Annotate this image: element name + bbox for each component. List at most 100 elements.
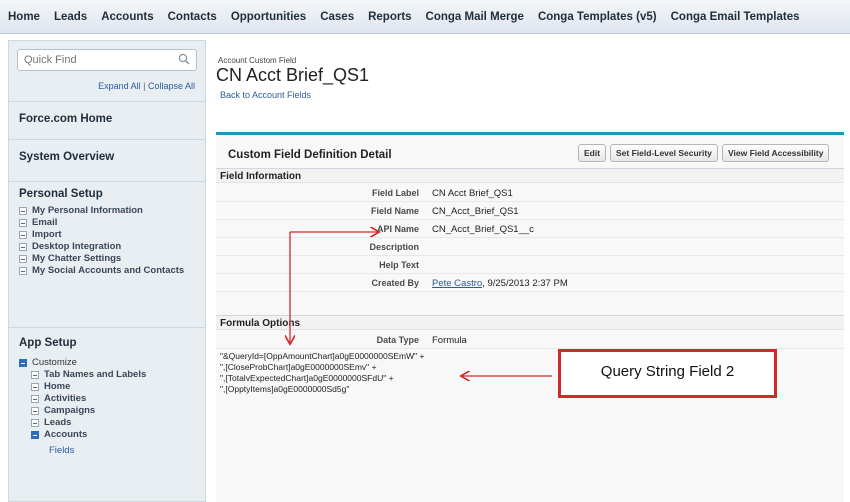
sidebar-item-leads[interactable]: Leads	[9, 417, 205, 429]
expand-icon[interactable]	[31, 395, 39, 403]
expand-icon[interactable]	[31, 407, 39, 415]
created-by-date: , 9/25/2013 2:37 PM	[482, 278, 568, 289]
main-content: Account Custom Field CN Acct Brief_QS1 B…	[212, 40, 850, 502]
row-field-name: Field Name CN_Acct_Brief_QS1	[216, 202, 844, 220]
tab-contacts[interactable]: Contacts	[168, 11, 217, 23]
expand-icon[interactable]	[19, 243, 27, 251]
edit-button[interactable]: Edit	[578, 144, 607, 162]
row-data-type: Data Type Formula	[216, 331, 844, 349]
force-home-link[interactable]: Force.com Home	[9, 101, 205, 137]
sidebar-item-activities[interactable]: Activities	[9, 393, 205, 405]
formula-line: ",[CloseProbChart]a0gE0000000SEmv" +	[220, 362, 377, 372]
formula-line: "&QueryId=[OppAmountChart]a0gE0000000SEm…	[220, 351, 425, 361]
sidebar-item-my-social-accounts[interactable]: My Social Accounts and Contacts	[9, 265, 205, 277]
query-string-callout: Query String Field 2	[558, 349, 777, 398]
sidebar-item-label: My Social Accounts and Contacts	[32, 265, 185, 276]
expand-icon[interactable]	[31, 419, 39, 427]
sidebar-item-tab-names[interactable]: Tab Names and Labels	[9, 369, 205, 381]
expand-icon[interactable]	[19, 267, 27, 275]
row-field-label: Field Label CN Acct Brief_QS1	[216, 184, 844, 202]
sidebar-item-my-personal-information[interactable]: My Personal Information	[9, 205, 205, 217]
back-to-account-fields-link[interactable]: Back to Account Fields	[220, 90, 311, 100]
sidebar-item-label: Tab Names and Labels	[44, 369, 147, 380]
tab-reports[interactable]: Reports	[368, 11, 411, 23]
data-type-label: Data Type	[376, 335, 419, 345]
field-name-label: Field Name	[370, 206, 419, 216]
data-type-value: Formula	[432, 335, 467, 346]
sidebar-item-label: Desktop Integration	[32, 241, 122, 252]
quick-find-box	[17, 49, 197, 71]
app-setup-section: App Setup Customize Tab Names and Labels…	[9, 327, 205, 457]
field-label-value: CN Acct Brief_QS1	[432, 188, 513, 199]
sidebar-item-label: Email	[32, 217, 58, 228]
sidebar-item-label: Accounts	[44, 429, 88, 440]
api-name-label: API Name	[376, 224, 419, 234]
row-api-name: API Name CN_Acct_Brief_QS1__c	[216, 220, 844, 238]
expand-icon[interactable]	[31, 371, 39, 379]
setup-sidebar: Expand All | Collapse All Force.com Home…	[8, 40, 206, 502]
sidebar-item-import[interactable]: Import	[9, 229, 205, 241]
formula-line: ",[TotalvExpectedChart]a0gE0000000SFdU" …	[220, 373, 394, 383]
sidebar-item-campaigns[interactable]: Campaigns	[9, 405, 205, 417]
link-separator: |	[143, 81, 146, 91]
help-text-label: Help Text	[379, 260, 419, 270]
row-description: Description	[216, 238, 844, 256]
created-by-label: Created By	[371, 278, 419, 288]
tab-bar: Home Leads Accounts Contacts Opportuniti…	[0, 0, 850, 34]
row-created-by: Created By Pete Castro, 9/25/2013 2:37 P…	[216, 274, 844, 292]
sidebar-item-label: Campaigns	[44, 405, 96, 416]
sidebar-item-label: Home	[44, 381, 71, 392]
sidebar-item-label: My Personal Information	[32, 205, 143, 216]
tab-leads[interactable]: Leads	[54, 11, 87, 23]
api-name-value: CN_Acct_Brief_QS1__c	[432, 224, 534, 235]
app-setup-heading: App Setup	[9, 327, 205, 357]
expand-icon[interactable]	[19, 231, 27, 239]
sidebar-item-email[interactable]: Email	[9, 217, 205, 229]
search-icon[interactable]	[178, 53, 190, 65]
tab-conga-email-templates[interactable]: Conga Email Templates	[671, 11, 800, 23]
quick-find-input[interactable]	[18, 50, 168, 70]
sidebar-item-customize[interactable]: Customize	[9, 357, 205, 369]
page-title: CN Acct Brief_QS1	[216, 65, 370, 85]
description-label: Description	[369, 242, 419, 252]
set-field-level-security-button[interactable]: Set Field-Level Security	[610, 144, 718, 162]
custom-field-detail-panel: Custom Field Definition Detail Edit Set …	[216, 132, 844, 502]
formula-options-header: Formula Options	[216, 315, 844, 330]
view-field-accessibility-button[interactable]: View Field Accessibility	[722, 144, 830, 162]
tab-conga-mail-merge[interactable]: Conga Mail Merge	[426, 11, 524, 23]
expand-icon[interactable]	[19, 207, 27, 215]
expand-collapse-links: Expand All | Collapse All	[9, 71, 205, 91]
tab-conga-templates[interactable]: Conga Templates (v5)	[538, 11, 657, 23]
sidebar-item-home[interactable]: Home	[9, 381, 205, 393]
system-overview-link[interactable]: System Overview	[9, 139, 205, 175]
sidebar-item-fields[interactable]: Fields	[9, 445, 205, 457]
sidebar-item-label: Customize	[32, 357, 77, 368]
expand-all-link[interactable]: Expand All	[98, 81, 141, 91]
tab-cases[interactable]: Cases	[320, 11, 354, 23]
field-information-header: Field Information	[216, 168, 844, 183]
panel-title: Custom Field Definition Detail	[228, 149, 392, 161]
expand-icon[interactable]	[19, 255, 27, 263]
field-name-value: CN_Acct_Brief_QS1	[432, 206, 519, 217]
expand-icon[interactable]	[31, 383, 39, 391]
sidebar-item-accounts[interactable]: Accounts	[9, 429, 205, 441]
formula-text: "&QueryId=[OppAmountChart]a0gE0000000SEm…	[220, 351, 510, 395]
sidebar-item-desktop-integration[interactable]: Desktop Integration	[9, 241, 205, 253]
tab-accounts[interactable]: Accounts	[101, 11, 153, 23]
collapse-all-link[interactable]: Collapse All	[148, 81, 195, 91]
tab-opportunities[interactable]: Opportunities	[231, 11, 306, 23]
expand-icon[interactable]	[19, 219, 27, 227]
tab-home[interactable]: Home	[8, 11, 40, 23]
sidebar-item-label: Import	[32, 229, 62, 240]
personal-setup-section: Personal Setup My Personal Information E…	[9, 181, 205, 277]
collapse-icon[interactable]	[19, 359, 27, 367]
formula-line: ",[OpptyItems]a0gE0000000Sd5g"	[220, 384, 350, 394]
sidebar-item-label: Leads	[44, 417, 72, 428]
created-by-user-link[interactable]: Pete Castro	[432, 278, 482, 289]
row-help-text: Help Text	[216, 256, 844, 274]
sidebar-item-label: Activities	[44, 393, 87, 404]
personal-setup-heading: Personal Setup	[9, 181, 205, 205]
object-type-label: Account Custom Field	[218, 56, 297, 65]
sidebar-item-my-chatter-settings[interactable]: My Chatter Settings	[9, 253, 205, 265]
collapse-icon[interactable]	[31, 431, 39, 439]
